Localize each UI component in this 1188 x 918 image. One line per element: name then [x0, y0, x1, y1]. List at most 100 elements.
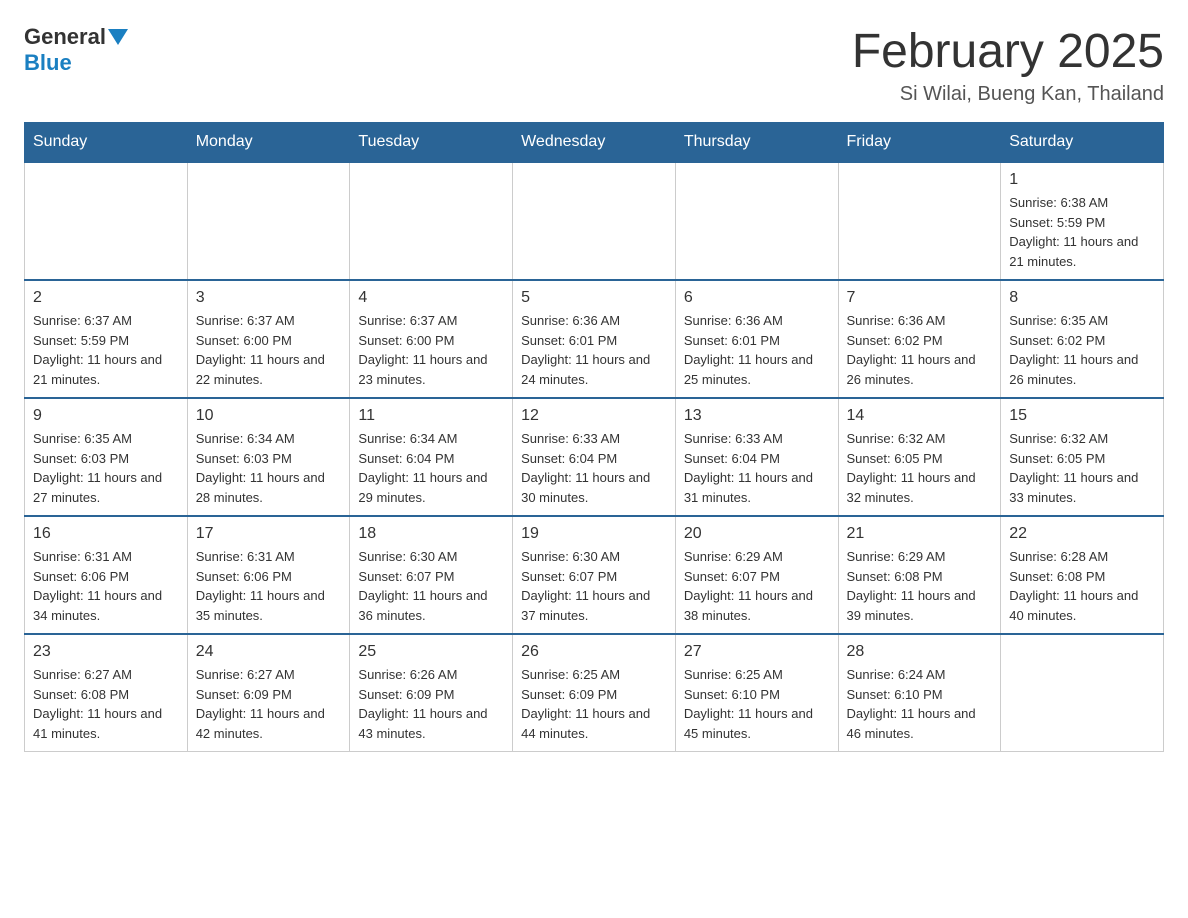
sunset-text: Sunset: 6:09 PM: [521, 687, 617, 702]
logo-triangle-icon: [108, 29, 128, 45]
calendar-cell: 2Sunrise: 6:37 AMSunset: 5:59 PMDaylight…: [25, 280, 188, 398]
daylight-text: Daylight: 11 hours and 21 minutes.: [33, 352, 162, 387]
sunset-text: Sunset: 6:02 PM: [1009, 333, 1105, 348]
sunset-text: Sunset: 6:01 PM: [684, 333, 780, 348]
day-number: 28: [847, 643, 993, 661]
calendar-cell: [1001, 634, 1164, 752]
calendar-cell: [25, 162, 188, 280]
day-info: Sunrise: 6:31 AMSunset: 6:06 PMDaylight:…: [196, 547, 342, 625]
daylight-text: Daylight: 11 hours and 23 minutes.: [358, 352, 487, 387]
calendar-cell: 26Sunrise: 6:25 AMSunset: 6:09 PMDayligh…: [513, 634, 676, 752]
day-number: 17: [196, 525, 342, 543]
calendar-cell: 17Sunrise: 6:31 AMSunset: 6:06 PMDayligh…: [187, 516, 350, 634]
daylight-text: Daylight: 11 hours and 26 minutes.: [1009, 352, 1138, 387]
sunrise-text: Sunrise: 6:34 AM: [196, 431, 295, 446]
sunrise-text: Sunrise: 6:32 AM: [1009, 431, 1108, 446]
header-monday: Monday: [187, 123, 350, 163]
day-info: Sunrise: 6:29 AMSunset: 6:08 PMDaylight:…: [847, 547, 993, 625]
daylight-text: Daylight: 11 hours and 33 minutes.: [1009, 470, 1138, 505]
day-number: 7: [847, 289, 993, 307]
day-number: 6: [684, 289, 830, 307]
day-info: Sunrise: 6:25 AM Sunset: 6:09 PM Daylight:…: [521, 665, 667, 743]
calendar-cell: [187, 162, 350, 280]
day-info: Sunrise: 6:25 AMSunset: 6:10 PMDaylight:…: [684, 665, 830, 743]
daylight-text: Daylight: 11 hours and 30 minutes.: [521, 470, 650, 505]
daylight-text: Daylight: 11 hours and 44 minutes.: [521, 706, 650, 741]
day-number: 1: [1009, 171, 1155, 189]
day-info: Sunrise: 6:24 AM Sunset: 6:10 PM Daylight:…: [847, 665, 993, 743]
day-number: 21: [847, 525, 993, 543]
sunrise-text: Sunrise: 6:36 AM: [521, 313, 620, 328]
calendar-subtitle: Si Wilai, Bueng Kan, Thailand: [852, 83, 1164, 106]
sunrise-text: Sunrise: 6:33 AM: [684, 431, 783, 446]
day-info: Sunrise: 6:37 AMSunset: 6:00 PMDaylight:…: [196, 311, 342, 389]
title-block: February 2025 Si Wilai, Bueng Kan, Thail…: [852, 24, 1164, 106]
sunset-text: Sunset: 6:07 PM: [358, 569, 454, 584]
sunset-text: Sunset: 6:04 PM: [521, 451, 617, 466]
calendar-cell: 11Sunrise: 6:34 AMSunset: 6:04 PMDayligh…: [350, 398, 513, 516]
sunrise-text: Sunrise: 6:30 AM: [521, 549, 620, 564]
day-info: Sunrise: 6:33 AMSunset: 6:04 PMDaylight:…: [521, 429, 667, 507]
day-number: 14: [847, 407, 993, 425]
sunrise-text: Sunrise: 6:27 AM: [196, 667, 295, 682]
calendar-cell: [513, 162, 676, 280]
sunset-text: Sunset: 6:03 PM: [33, 451, 129, 466]
header-thursday: Thursday: [675, 123, 838, 163]
sunset-text: Sunset: 6:07 PM: [684, 569, 780, 584]
daylight-text: Daylight: 11 hours and 41 minutes.: [33, 706, 162, 741]
daylight-text: Daylight: 11 hours and 21 minutes.: [1009, 234, 1138, 269]
sunset-text: Sunset: 6:03 PM: [196, 451, 292, 466]
day-info: Sunrise: 6:31 AMSunset: 6:06 PMDaylight:…: [33, 547, 179, 625]
calendar-cell: 8Sunrise: 6:35 AMSunset: 6:02 PMDaylight…: [1001, 280, 1164, 398]
sunset-text: Sunset: 6:10 PM: [847, 687, 943, 702]
day-info: Sunrise: 6:37 AM Sunset: 6:00 PM Daylight:…: [358, 311, 504, 389]
day-info: Sunrise: 6:32 AM Sunset: 6:05 PM Daylight:…: [1009, 429, 1155, 507]
logo-blue-text: Blue: [24, 50, 72, 75]
daylight-text: Daylight: 11 hours and 24 minutes.: [521, 352, 650, 387]
sunrise-text: Sunrise: 6:27 AM: [33, 667, 132, 682]
calendar-cell: 9Sunrise: 6:35 AMSunset: 6:03 PMDaylight…: [25, 398, 188, 516]
calendar-cell: 25Sunrise: 6:26 AMSunset: 6:09 PMDayligh…: [350, 634, 513, 752]
calendar-cell: [350, 162, 513, 280]
day-number: 18: [358, 525, 504, 543]
day-number: 11: [358, 407, 504, 425]
day-number: 13: [684, 407, 830, 425]
daylight-text: Daylight: 11 hours and 39 minutes.: [847, 588, 976, 623]
calendar-cell: 10Sunrise: 6:34 AMSunset: 6:03 PMDayligh…: [187, 398, 350, 516]
sunset-text: Sunset: 6:02 PM: [847, 333, 943, 348]
sunrise-text: Sunrise: 6:24 AM: [847, 667, 946, 682]
calendar-week-5: 23Sunrise: 6:27 AMSunset: 6:08 PMDayligh…: [25, 634, 1164, 752]
sunset-text: Sunset: 6:06 PM: [196, 569, 292, 584]
day-number: 24: [196, 643, 342, 661]
day-info: Sunrise: 6:36 AMSunset: 6:02 PMDaylight:…: [847, 311, 993, 389]
sunrise-text: Sunrise: 6:36 AM: [684, 313, 783, 328]
daylight-text: Daylight: 11 hours and 46 minutes.: [847, 706, 976, 741]
daylight-text: Daylight: 11 hours and 27 minutes.: [33, 470, 162, 505]
day-number: 23: [33, 643, 179, 661]
calendar-header-row: Sunday Monday Tuesday Wednesday Thursday…: [25, 123, 1164, 163]
daylight-text: Daylight: 11 hours and 22 minutes.: [196, 352, 325, 387]
daylight-text: Daylight: 11 hours and 28 minutes.: [196, 470, 325, 505]
calendar-cell: 6Sunrise: 6:36 AMSunset: 6:01 PMDaylight…: [675, 280, 838, 398]
sunrise-text: Sunrise: 6:25 AM: [521, 667, 620, 682]
calendar-cell: [838, 162, 1001, 280]
sunset-text: Sunset: 6:00 PM: [358, 333, 454, 348]
calendar-week-2: 2Sunrise: 6:37 AMSunset: 5:59 PMDaylight…: [25, 280, 1164, 398]
calendar-cell: 24Sunrise: 6:27 AMSunset: 6:09 PMDayligh…: [187, 634, 350, 752]
calendar-cell: 21 Sunrise: 6:29 AMSunset: 6:08 PMDayligh…: [838, 516, 1001, 634]
day-info: Sunrise: 6:33 AMSunset: 6:04 PMDaylight:…: [684, 429, 830, 507]
day-info: Sunrise: 6:26 AMSunset: 6:09 PMDaylight:…: [358, 665, 504, 743]
day-info: Sunrise: 6:37 AMSunset: 5:59 PMDaylight:…: [33, 311, 179, 389]
calendar-cell: 5Sunrise: 6:36 AMSunset: 6:01 PMDaylight…: [513, 280, 676, 398]
logo-general-text: General: [24, 24, 106, 50]
sunset-text: Sunset: 6:05 PM: [1009, 451, 1105, 466]
daylight-text: Daylight: 11 hours and 34 minutes.: [33, 588, 162, 623]
daylight-text: Daylight: 11 hours and 36 minutes.: [358, 588, 487, 623]
sunrise-text: Sunrise: 6:37 AM: [358, 313, 457, 328]
sunrise-text: Sunrise: 6:31 AM: [196, 549, 295, 564]
sunset-text: Sunset: 6:09 PM: [358, 687, 454, 702]
daylight-text: Daylight: 11 hours and 37 minutes.: [521, 588, 650, 623]
sunrise-text: Sunrise: 6:31 AM: [33, 549, 132, 564]
calendar-cell: 3Sunrise: 6:37 AMSunset: 6:00 PMDaylight…: [187, 280, 350, 398]
sunrise-text: Sunrise: 6:30 AM: [358, 549, 457, 564]
